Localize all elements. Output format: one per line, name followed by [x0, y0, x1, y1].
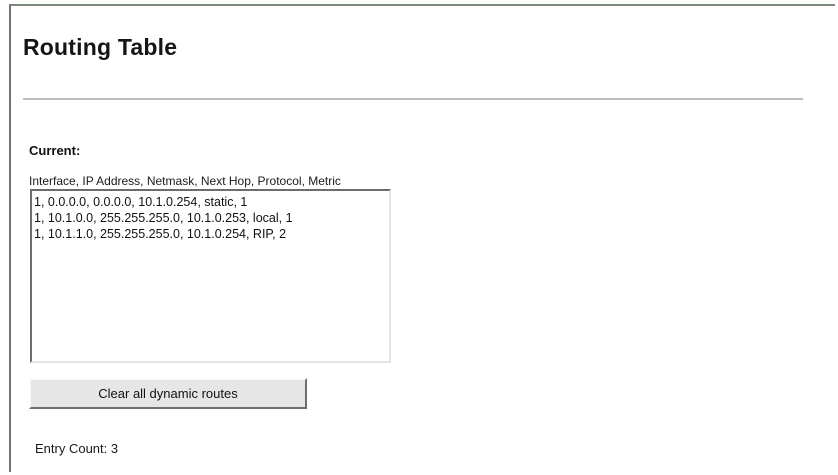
- page-frame: Routing Table Current: Interface, IP Add…: [9, 4, 835, 472]
- entry-count: Entry Count: 3: [35, 441, 119, 456]
- route-entry[interactable]: 1, 10.1.1.0, 255.255.255.0, 10.1.0.254, …: [34, 226, 389, 242]
- clear-dynamic-routes-button[interactable]: Clear all dynamic routes: [29, 378, 307, 409]
- route-list[interactable]: 1, 0.0.0.0, 0.0.0.0, 10.1.0.254, static,…: [30, 189, 391, 363]
- title-divider: [23, 98, 803, 100]
- route-entry[interactable]: 1, 10.1.0.0, 255.255.255.0, 10.1.0.253, …: [34, 210, 389, 226]
- route-entry[interactable]: 1, 0.0.0.0, 0.0.0.0, 10.1.0.254, static,…: [34, 194, 389, 210]
- current-label: Current:: [29, 143, 81, 158]
- columns-header: Interface, IP Address, Netmask, Next Hop…: [29, 174, 341, 188]
- page-title: Routing Table: [23, 34, 178, 60]
